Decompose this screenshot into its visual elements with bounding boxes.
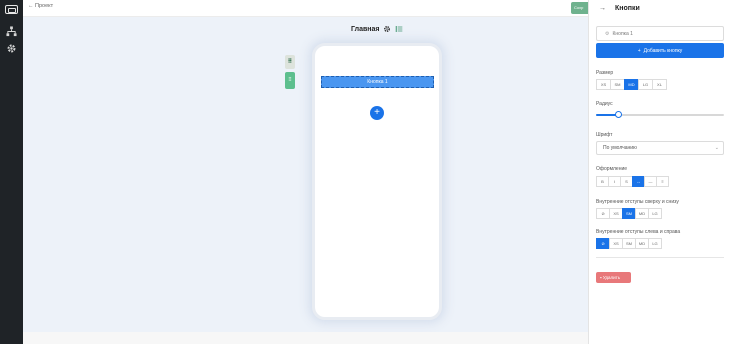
bottom-strip — [23, 332, 588, 344]
panel-title: Кнопки — [615, 5, 640, 12]
size-label: Размер — [596, 70, 614, 76]
delete-button[interactable]: ▪ Удалить — [596, 272, 631, 283]
top-bar: ← Проект Сохр — [23, 0, 588, 17]
font-select-value: По умолчанию — [603, 145, 637, 151]
chevron-down-icon: ⌄ — [714, 145, 719, 151]
radius-slider-handle[interactable] — [614, 111, 622, 118]
padding-vertical-option[interactable]: LG — [648, 208, 662, 219]
phone-preview: Кнопка 1 + — [312, 43, 442, 320]
page-settings-icon[interactable] — [383, 25, 391, 33]
collapse-arrow-icon[interactable]: → — [599, 5, 606, 12]
properties-panel: → Кнопки ⚙ Кнопка 1 + Добавить кнопку Ра… — [588, 0, 730, 344]
canvas-area: Главная ⠿ ⠿ Кнопка 1 + — [23, 17, 588, 332]
size-option[interactable]: LG — [638, 79, 653, 90]
padding-horizontal-selector: ⊘ XS SM MD LG — [596, 238, 662, 249]
radius-label: Радиус — [596, 101, 613, 107]
plus-icon: + — [637, 47, 641, 54]
add-button-button[interactable]: + Добавить кнопку — [596, 43, 724, 58]
page-title-text: Главная — [351, 25, 380, 33]
app-root: ← Проект Сохр Главная ⠿ ⠿ Кнопка 1 + → К… — [0, 0, 730, 344]
delete-button-label: Удалить — [602, 275, 621, 280]
padding-horizontal-option[interactable]: SM — [622, 238, 636, 249]
font-select[interactable]: По умолчанию ⌄ — [596, 141, 724, 155]
padding-vertical-option[interactable]: SM — [622, 208, 636, 219]
padding-horizontal-option[interactable]: XS — [609, 238, 623, 249]
size-option[interactable]: XL — [652, 79, 667, 90]
padding-vertical-option[interactable]: MD — [635, 208, 649, 219]
add-button-label: Добавить кнопку — [643, 47, 683, 54]
style-selector: B I S ↔ — ≡ — [596, 176, 669, 187]
preview-button[interactable]: Кнопка 1 — [321, 76, 434, 88]
button-list-item-label: Кнопка 1 — [612, 30, 633, 37]
style-label: Оформление — [596, 166, 628, 172]
font-label: Шрифт — [596, 132, 613, 138]
save-button[interactable]: Сохр — [571, 2, 588, 14]
panel-header: → Кнопки — [599, 5, 640, 12]
app-logo-icon[interactable] — [5, 5, 18, 14]
back-to-project-link[interactable]: ← Проект — [28, 3, 53, 9]
padding-horizontal-label: Внутренние отступы слева и справа — [596, 229, 681, 235]
block-tool[interactable]: ⠿ — [285, 72, 295, 89]
size-option[interactable]: SM — [610, 79, 625, 90]
page-title: Главная — [351, 25, 403, 33]
padding-vertical-label: Внутренние отступы сверху и снизу — [596, 199, 679, 205]
panel-divider — [596, 257, 724, 258]
padding-vertical-option[interactable]: ⊘ — [596, 208, 610, 219]
radius-slider[interactable] — [596, 111, 724, 118]
add-block-button[interactable]: + — [370, 106, 384, 120]
style-option[interactable]: ≡ — [656, 176, 669, 187]
gear-icon[interactable] — [6, 43, 17, 54]
drag-dots-icon: ⚙ — [605, 30, 610, 37]
hierarchy-icon[interactable] — [6, 26, 17, 37]
page-list-icon[interactable] — [395, 25, 403, 33]
drag-handle-tool[interactable]: ⠿ — [285, 55, 295, 69]
padding-horizontal-option[interactable]: MD — [635, 238, 649, 249]
size-option[interactable]: MD — [624, 79, 639, 90]
left-rail — [0, 0, 23, 344]
size-option[interactable]: XS — [596, 79, 611, 90]
button-list-item[interactable]: ⚙ Кнопка 1 — [596, 26, 724, 41]
padding-horizontal-option[interactable]: ⊘ — [596, 238, 610, 249]
size-selector: XS SM MD LG XL — [596, 79, 667, 90]
padding-vertical-option[interactable]: XS — [609, 208, 623, 219]
padding-vertical-selector: ⊘ XS SM MD LG — [596, 208, 662, 219]
padding-horizontal-option[interactable]: LG — [648, 238, 662, 249]
